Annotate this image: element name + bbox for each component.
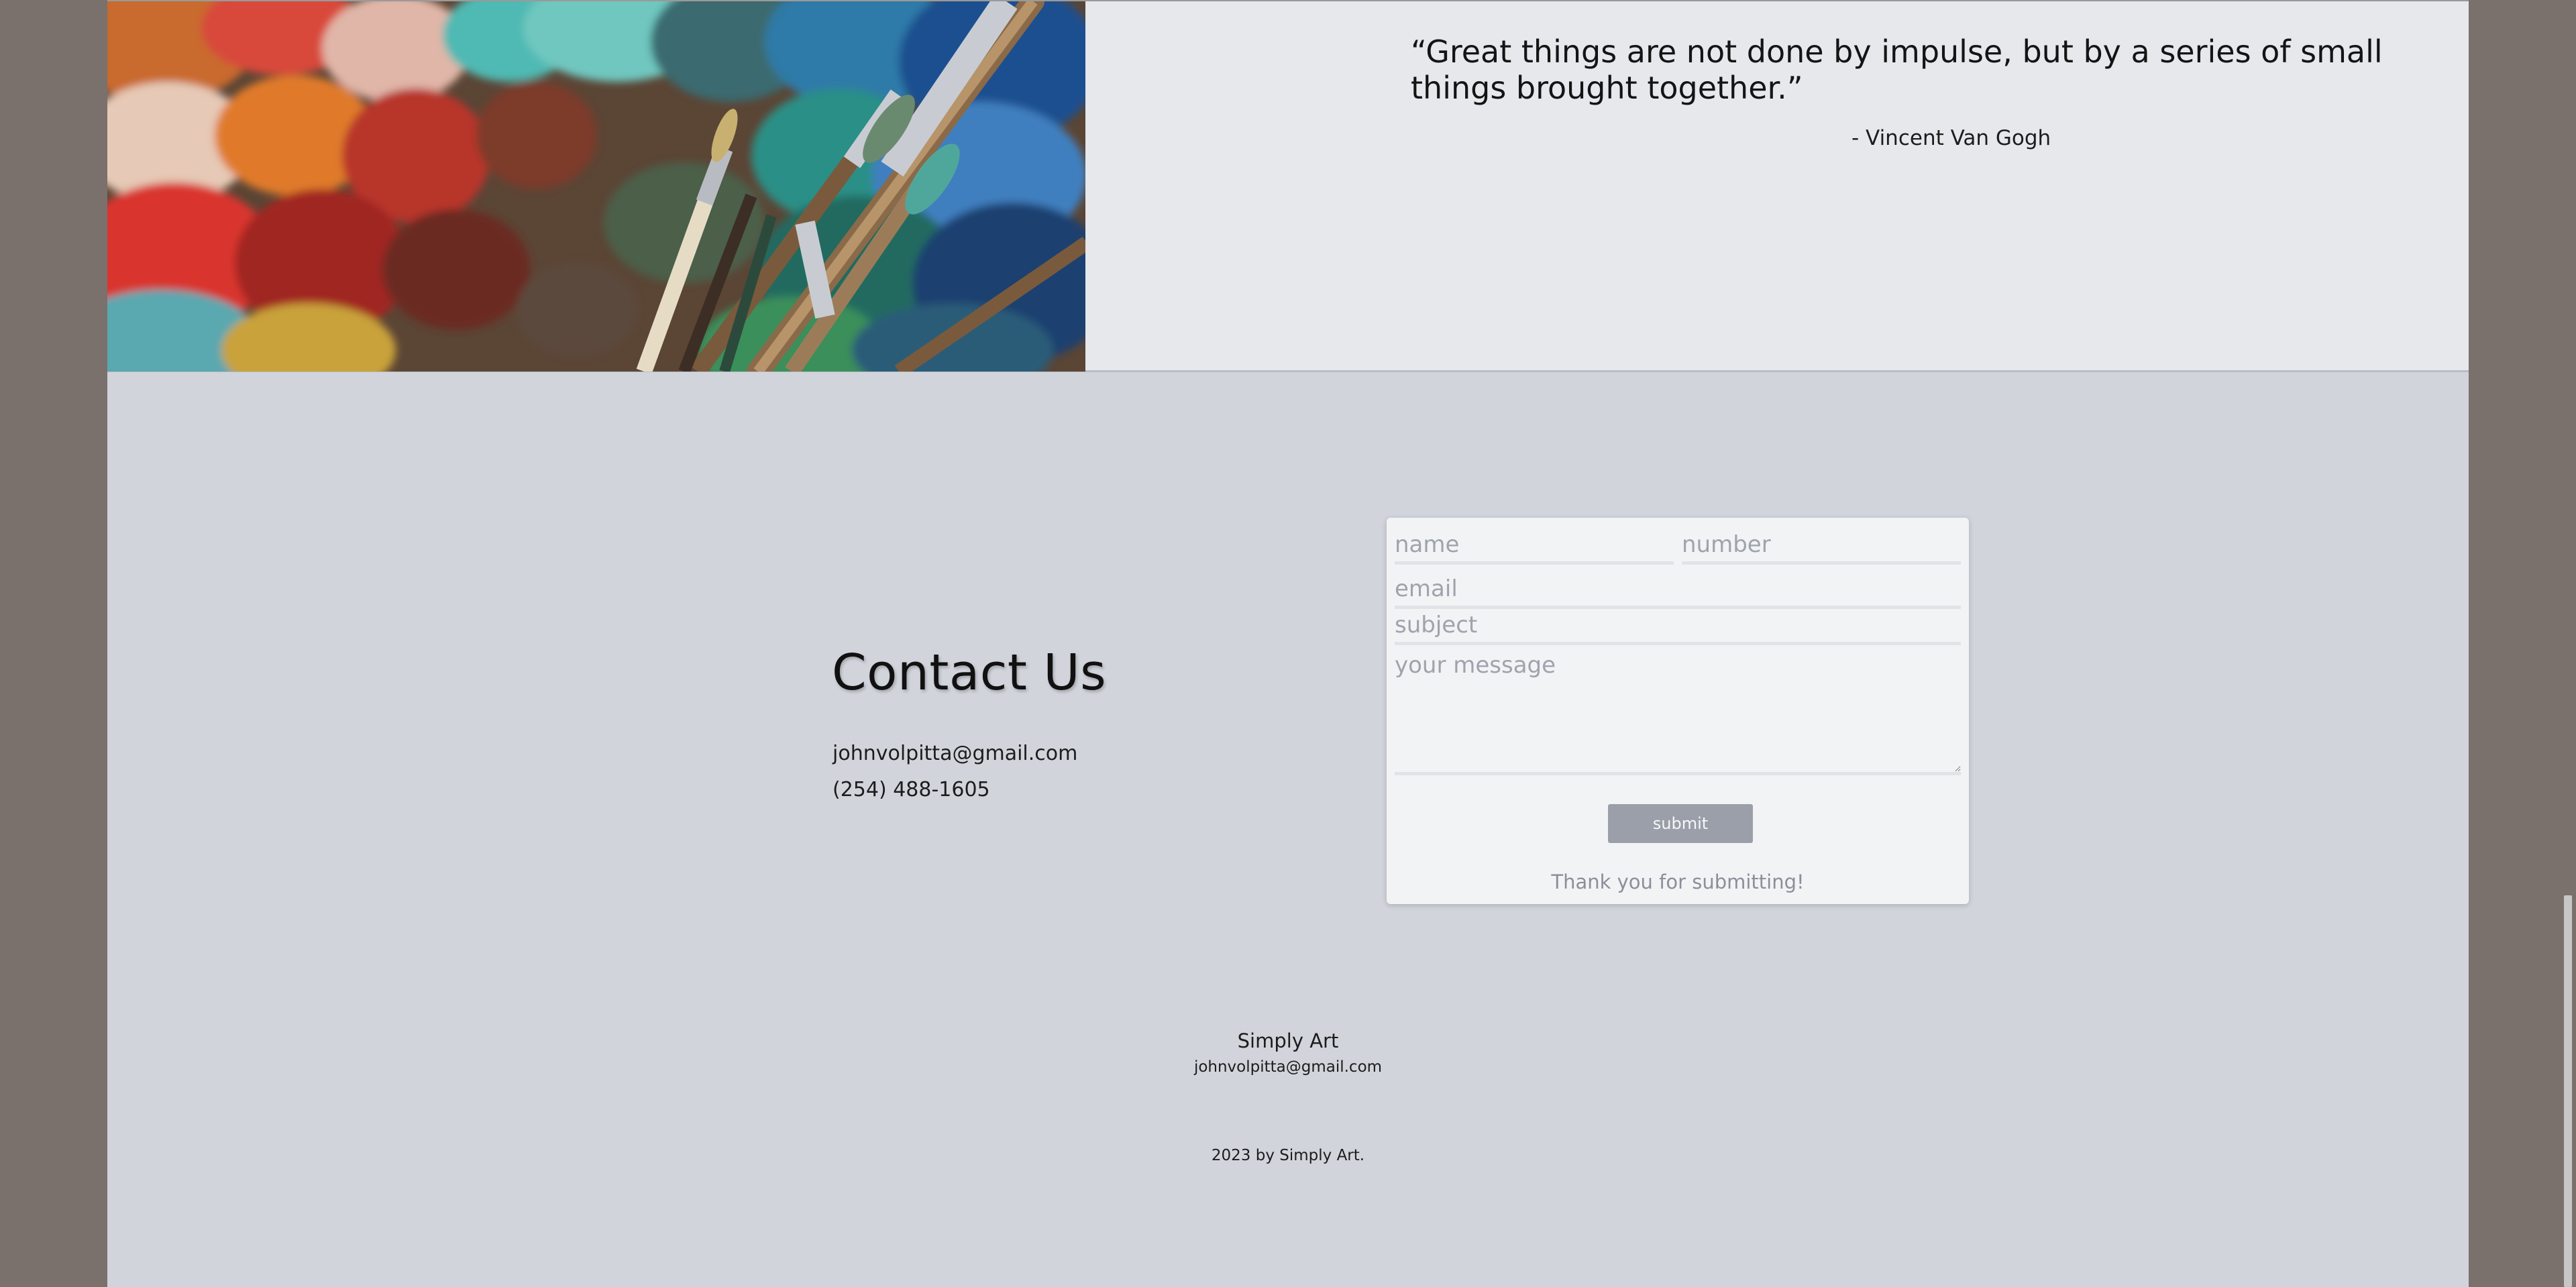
number-input[interactable] (1682, 527, 1961, 565)
paint-palette-image (107, 1, 1085, 372)
quote-text: “Great things are not done by impulse, b… (1411, 34, 2383, 106)
submission-confirmation: Thank you for submitting! (1551, 871, 1805, 893)
email-input[interactable] (1395, 571, 1961, 609)
subject-input[interactable] (1395, 608, 1961, 645)
scrollbar-thumb[interactable] (2564, 895, 2572, 1287)
quote-section: “Great things are not done by impulse, b… (107, 0, 2469, 372)
contact-title: Contact Us (832, 644, 1107, 702)
contact-email: johnvolpitta@gmail.com (833, 742, 1078, 765)
footer-email: johnvolpitta@gmail.com (1193, 1058, 1383, 1076)
footer-copyright: 2023 by Simply Art. (1211, 1147, 1365, 1164)
vertical-scrollbar[interactable] (2560, 0, 2576, 1287)
message-textarea[interactable] (1395, 651, 1961, 775)
quote-author: - Vincent Van Gogh (1851, 126, 2051, 150)
contact-phone: (254) 488-1605 (833, 778, 990, 801)
contact-form: submit Thank you for submitting! (1387, 518, 1969, 904)
submit-button[interactable]: submit (1608, 804, 1753, 843)
name-input[interactable] (1395, 527, 1674, 565)
page: “Great things are not done by impulse, b… (107, 0, 2469, 1287)
footer-site-name: Simply Art (1237, 1029, 1339, 1052)
